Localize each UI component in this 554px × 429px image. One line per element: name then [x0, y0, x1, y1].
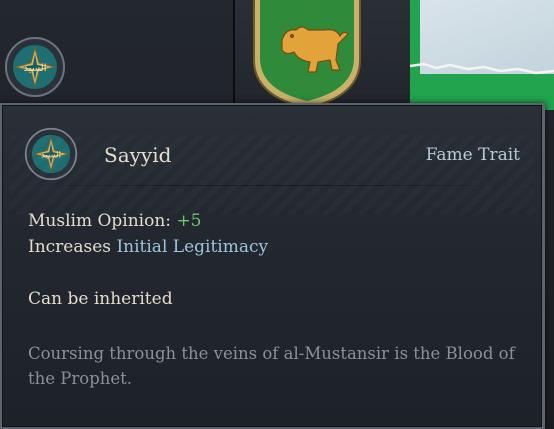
header-divider: [20, 185, 524, 186]
increases-label: Increases: [28, 237, 112, 257]
opinion-effect: Muslim Opinion: +5: [28, 211, 202, 231]
coat-of-arms-lion-icon[interactable]: [252, 0, 362, 110]
panel-divider: [233, 0, 235, 110]
svg-text:السيد: السيد: [41, 150, 61, 160]
trait-category: Fame Trait: [425, 145, 520, 165]
initial-legitimacy-link[interactable]: Initial Legitimacy: [116, 237, 268, 257]
opinion-label: Muslim Opinion:: [28, 211, 172, 231]
trait-tooltip: السيد Sayyid Fame Trait Muslim Opinion: …: [0, 103, 545, 429]
svg-text:السيد: السيد: [23, 63, 46, 74]
legitimacy-effect: Increases Initial Legitimacy: [28, 237, 268, 257]
flavor-text: Coursing through the veins of al-Mustans…: [28, 344, 515, 388]
sayyid-trait-icon[interactable]: السيد: [4, 36, 66, 98]
inheritance-note: Can be inherited: [28, 289, 173, 309]
trait-name: Sayyid: [104, 143, 172, 167]
sayyid-trait-icon: السيد: [24, 127, 78, 181]
map-coastline: [410, 62, 554, 75]
opinion-value: +5: [176, 211, 202, 231]
